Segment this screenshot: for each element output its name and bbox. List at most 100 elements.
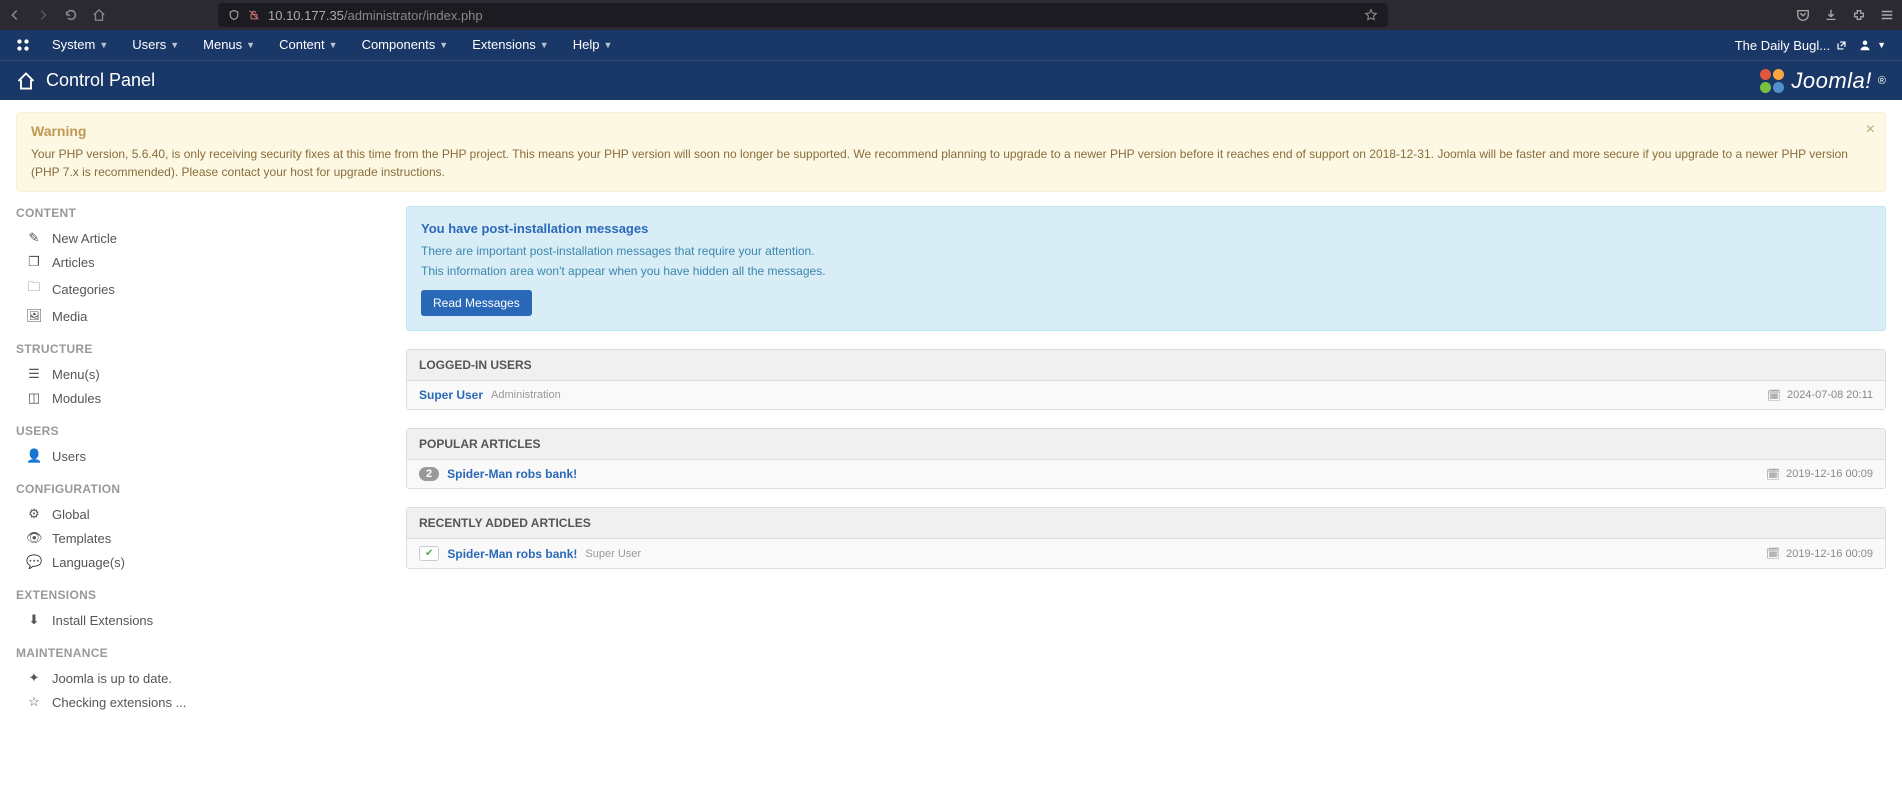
browser-chrome: 10.10.177.35/administrator/index.php [0, 0, 1902, 30]
eye-icon: 👁 [26, 530, 42, 546]
home-button[interactable] [92, 8, 106, 22]
site-name: The Daily Bugl... [1735, 38, 1830, 53]
warning-body: Your PHP version, 5.6.40, is only receiv… [31, 145, 1871, 181]
sidebar: CONTENT ✎New Article ❐Articles 🗀Categori… [16, 206, 386, 714]
article-link[interactable]: Spider-Man robs bank! [447, 547, 577, 561]
sidebar-item-media[interactable]: 🖼Media [16, 304, 386, 328]
gear-icon: ⚙ [26, 506, 42, 522]
sidebar-item-joomla-uptodate[interactable]: ✦Joomla is up to date. [16, 666, 386, 690]
timestamp: 2024-07-08 20:11 [1787, 389, 1873, 401]
back-button[interactable] [8, 8, 22, 22]
panel-popular-articles: POPULAR ARTICLES 2 Spider-Man robs bank!… [406, 428, 1886, 489]
published-check-icon[interactable]: ✔ [419, 546, 439, 561]
user-role: Administration [491, 389, 561, 401]
menu-extensions[interactable]: Extensions▼ [462, 30, 559, 60]
download-icon: ⬇ [26, 612, 42, 628]
sidebar-item-articles[interactable]: ❐Articles [16, 250, 386, 274]
save-pocket-icon[interactable] [1796, 8, 1810, 22]
joomla-icon: ✦ [26, 670, 42, 686]
top-menu-right: The Daily Bugl... ▼ [1735, 38, 1886, 53]
panel-heading: POPULAR ARTICLES [407, 429, 1885, 460]
content-area: × Warning Your PHP version, 5.6.40, is o… [0, 100, 1902, 726]
chrome-right-icons [1796, 8, 1894, 22]
menu-components[interactable]: Components▼ [352, 30, 459, 60]
sidebar-item-install-extensions[interactable]: ⬇Install Extensions [16, 608, 386, 632]
url-path: /administrator/index.php [344, 8, 483, 23]
main-panel: You have post-installation messages Ther… [406, 206, 1886, 714]
sidebar-item-users[interactable]: 👤Users [16, 444, 386, 468]
panel-heading: LOGGED-IN USERS [407, 350, 1885, 381]
timestamp: 2019-12-16 00:09 [1786, 468, 1873, 480]
joomla-logo-text: Joomla! [1791, 68, 1872, 94]
menu-menus[interactable]: Menus▼ [193, 30, 265, 60]
post-install-line1: There are important post-installation me… [421, 244, 1871, 258]
sidebar-item-modules[interactable]: ◫Modules [16, 386, 386, 410]
sidebar-item-checking-extensions[interactable]: ☆Checking extensions ... [16, 690, 386, 714]
post-install-line2: This information area won't appear when … [421, 264, 1871, 278]
bookmark-star-icon[interactable] [1364, 8, 1378, 22]
post-install-heading: You have post-installation messages [421, 221, 1871, 236]
section-maintenance: MAINTENANCE [16, 646, 386, 660]
external-link-icon [1836, 40, 1847, 51]
section-extensions: EXTENSIONS [16, 588, 386, 602]
reload-button[interactable] [64, 8, 78, 22]
nav-buttons [8, 8, 106, 22]
menu-system[interactable]: System▼ [42, 30, 118, 60]
hit-count-badge: 2 [419, 467, 439, 481]
user-icon [1859, 39, 1871, 51]
php-warning-alert: × Warning Your PHP version, 5.6.40, is o… [16, 112, 1886, 192]
sidebar-item-menus[interactable]: ☰Menu(s) [16, 362, 386, 386]
sidebar-item-languages[interactable]: 💬Language(s) [16, 550, 386, 574]
forward-button[interactable] [36, 8, 50, 22]
menu-icon[interactable] [1880, 8, 1894, 22]
comment-icon: 💬 [26, 554, 42, 570]
folder-icon: 🗀 [26, 278, 42, 300]
page-title: Control Panel [46, 70, 155, 91]
lock-insecure-icon [248, 9, 260, 21]
post-install-box: You have post-installation messages Ther… [406, 206, 1886, 331]
menu-content[interactable]: Content▼ [269, 30, 347, 60]
cube-icon: ◫ [26, 390, 42, 406]
user-icon: 👤 [26, 448, 42, 464]
url-text: 10.10.177.35/administrator/index.php [268, 8, 483, 23]
list-icon: ☰ [26, 366, 42, 382]
shield-icon [228, 9, 240, 21]
title-bar: Control Panel Joomla! ® [0, 60, 1902, 100]
article-link[interactable]: Spider-Man robs bank! [447, 467, 577, 481]
read-messages-button[interactable]: Read Messages [421, 290, 532, 316]
table-row: Super User Administration 🗓 2024-07-08 2… [407, 381, 1885, 409]
joomla-logo[interactable]: Joomla! ® [1759, 68, 1886, 94]
view-site-link[interactable]: The Daily Bugl... [1735, 38, 1847, 53]
home-icon [16, 71, 36, 91]
section-users: USERS [16, 424, 386, 438]
user-menu[interactable]: ▼ [1859, 39, 1886, 51]
extensions-icon[interactable] [1852, 8, 1866, 22]
downloads-icon[interactable] [1824, 8, 1838, 22]
menu-help[interactable]: Help▼ [563, 30, 623, 60]
table-row: 2 Spider-Man robs bank! 🗓 2019-12-16 00:… [407, 460, 1885, 488]
calendar-icon: 🗓 [1766, 547, 1780, 560]
calendar-icon: 🗓 [1767, 389, 1781, 402]
panel-heading: RECENTLY ADDED ARTICLES [407, 508, 1885, 539]
joomla-icon[interactable] [16, 38, 30, 52]
article-author: Super User [585, 548, 641, 560]
panel-recent-articles: RECENTLY ADDED ARTICLES ✔ Spider-Man rob… [406, 507, 1886, 569]
admin-top-menu: System▼ Users▼ Menus▼ Content▼ Component… [0, 30, 1902, 60]
panel-logged-in-users: LOGGED-IN USERS Super User Administratio… [406, 349, 1886, 410]
image-icon: 🖼 [26, 308, 42, 324]
sidebar-item-categories[interactable]: 🗀Categories [16, 274, 386, 304]
sidebar-item-templates[interactable]: 👁Templates [16, 526, 386, 550]
table-row: ✔ Spider-Man robs bank! Super User 🗓 201… [407, 539, 1885, 568]
top-menu-left: System▼ Users▼ Menus▼ Content▼ Component… [16, 30, 622, 60]
section-structure: STRUCTURE [16, 342, 386, 356]
sidebar-item-global[interactable]: ⚙Global [16, 502, 386, 526]
close-icon[interactable]: × [1866, 121, 1875, 139]
sidebar-item-new-article[interactable]: ✎New Article [16, 226, 386, 250]
url-bar[interactable]: 10.10.177.35/administrator/index.php [218, 3, 1388, 27]
stack-icon: ❐ [26, 254, 42, 270]
menu-users[interactable]: Users▼ [122, 30, 189, 60]
user-link[interactable]: Super User [419, 388, 483, 402]
pencil-icon: ✎ [26, 230, 42, 246]
joomla-logo-icon [1759, 68, 1785, 94]
section-configuration: CONFIGURATION [16, 482, 386, 496]
